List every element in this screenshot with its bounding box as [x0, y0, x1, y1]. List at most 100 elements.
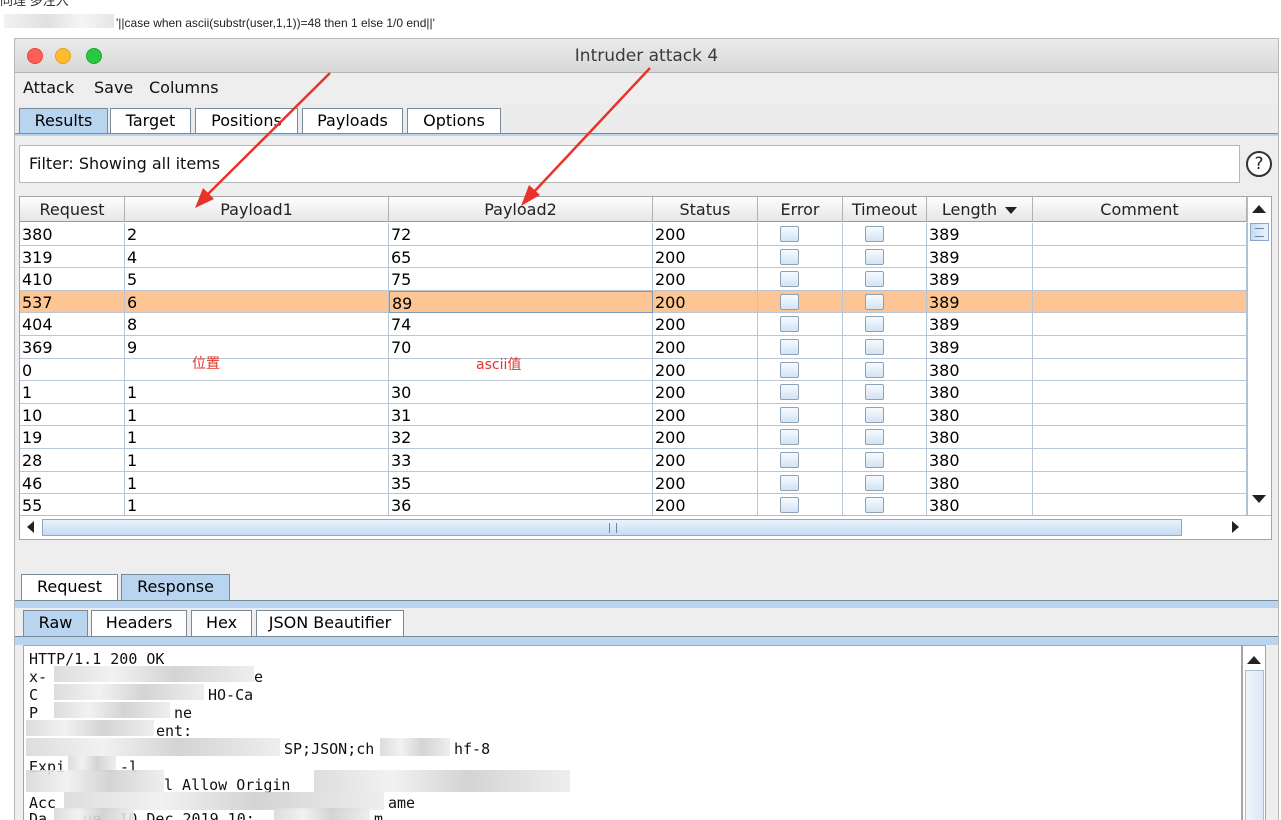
- timeout-cell: [843, 290, 927, 313]
- menu-save[interactable]: Save: [94, 78, 133, 97]
- response-line: C: [29, 686, 39, 704]
- table-row[interactable]: 19 1 32 200 380: [20, 426, 1247, 449]
- status-cell: 200: [653, 426, 758, 449]
- comment-cell: [1033, 313, 1247, 336]
- response-fragment: ame: [388, 794, 416, 812]
- request-cell: 537: [20, 290, 125, 313]
- scroll-right-arrow-icon[interactable]: [1232, 521, 1239, 533]
- horizontal-scroll-thumb[interactable]: [42, 519, 1182, 536]
- menu-bar: Attack Save Columns: [15, 74, 1278, 104]
- table-row[interactable]: 46 1 35 200 380: [20, 471, 1247, 495]
- table-horizontal-scrollbar[interactable]: [20, 515, 1271, 539]
- payload1-cell: [125, 358, 389, 381]
- table-row[interactable]: 380 2 72 200 389: [20, 223, 1247, 246]
- tab-target[interactable]: Target: [110, 108, 191, 134]
- table-row[interactable]: 319 4 65 200 389: [20, 245, 1247, 269]
- payload1-cell: 1: [125, 403, 389, 426]
- column-header-timeout[interactable]: Timeout: [843, 197, 927, 222]
- table-row[interactable]: 410 5 75 200 389: [20, 268, 1247, 291]
- column-header-error[interactable]: Error: [758, 197, 843, 222]
- table-vertical-scrollbar[interactable]: [1247, 197, 1271, 515]
- filter-bar[interactable]: Filter: Showing all items: [19, 145, 1240, 183]
- tab-positions[interactable]: Positions: [195, 108, 298, 134]
- status-cell: 200: [653, 494, 758, 517]
- table-row[interactable]: 404 8 74 200 389: [20, 313, 1247, 336]
- scroll-down-arrow-icon[interactable]: [1252, 495, 1266, 503]
- redaction-blur: [54, 684, 204, 700]
- status-cell: 200: [653, 290, 758, 313]
- error-cell: [758, 471, 843, 494]
- filter-text: Filter: Showing all items: [29, 154, 221, 173]
- error-cell: [758, 358, 843, 381]
- response-fragment: ne: [174, 704, 193, 722]
- timeout-cell: [843, 268, 927, 291]
- sql-payload-text: '||case when ascii(substr(user,1,1))=48 …: [116, 16, 435, 30]
- response-vertical-scrollbar[interactable]: [1242, 645, 1266, 820]
- tab-raw[interactable]: Raw: [23, 610, 88, 636]
- request-cell: 404: [20, 313, 125, 336]
- timeout-checkbox: [864, 316, 884, 333]
- comment-cell: [1033, 358, 1247, 381]
- payload2-cell: 33: [389, 449, 653, 471]
- response-raw-text[interactable]: HTTP/1.1 200 OK x- C P Expi Acc Da ue, 1…: [23, 645, 1242, 820]
- position-annotation: 位置: [192, 356, 220, 372]
- tab-response[interactable]: Response: [121, 574, 230, 600]
- response-fragment: e: [254, 668, 264, 686]
- vertical-scroll-thumb[interactable]: [1250, 223, 1269, 241]
- response-fragment: HO-Ca: [208, 686, 254, 704]
- error-checkbox: [780, 497, 799, 514]
- tab-results[interactable]: Results: [19, 108, 108, 134]
- menu-columns[interactable]: Columns: [149, 78, 219, 97]
- results-panel: Filter: Showing all items ? Request Payl…: [15, 136, 1278, 567]
- error-cell: [758, 268, 843, 291]
- intruder-window: Intruder attack 4 Attack Save Columns Re…: [14, 38, 1279, 820]
- header-cut-text: 同理 多注入: [0, 0, 69, 8]
- tab-json-beautifier[interactable]: JSON Beautifier: [256, 610, 404, 636]
- request-cell: 319: [20, 245, 125, 268]
- scroll-left-arrow-icon[interactable]: [27, 521, 34, 533]
- error-checkbox: [780, 474, 799, 491]
- table-row[interactable]: 1 1 30 200 380: [20, 381, 1247, 404]
- window-title: Intruder attack 4: [574, 46, 719, 66]
- tab-headers[interactable]: Headers: [91, 610, 187, 636]
- length-cell: 380: [927, 358, 1033, 381]
- status-cell: 200: [653, 471, 758, 494]
- error-cell: [758, 336, 843, 358]
- error-checkbox: [780, 316, 799, 333]
- column-header-payload2[interactable]: Payload2: [389, 197, 653, 222]
- payload1-cell: 4: [125, 245, 389, 268]
- length-cell: 380: [927, 403, 1033, 426]
- scroll-up-arrow-icon[interactable]: [1252, 205, 1266, 213]
- column-header-length-label: Length: [941, 200, 998, 219]
- column-header-status[interactable]: Status: [653, 197, 758, 222]
- table-row[interactable]: 10 1 31 200 380: [20, 403, 1247, 427]
- timeout-cell: [843, 494, 927, 517]
- tab-payloads[interactable]: Payloads: [302, 108, 403, 134]
- payload1-cell: 1: [125, 494, 389, 517]
- payload2-cell: 72: [389, 223, 653, 245]
- column-header-length[interactable]: Length: [927, 197, 1033, 222]
- tab-options[interactable]: Options: [407, 108, 501, 134]
- tab-hex[interactable]: Hex: [191, 610, 252, 636]
- column-header-request[interactable]: Request: [20, 197, 125, 222]
- error-checkbox: [780, 361, 799, 378]
- table-row[interactable]: 55 1 36 200 380: [20, 494, 1247, 517]
- response-scroll-thumb[interactable]: [1245, 670, 1264, 820]
- payload2-cell: 32: [389, 426, 653, 449]
- help-icon[interactable]: ?: [1246, 151, 1272, 177]
- table-row[interactable]: 537 6 89 200 389: [20, 290, 1247, 314]
- title-bar: Intruder attack 4: [15, 39, 1278, 73]
- request-cell: 28: [20, 449, 125, 471]
- table-row[interactable]: 28 1 33 200 380: [20, 449, 1247, 472]
- payload2-cell: 31: [389, 403, 653, 426]
- menu-attack[interactable]: Attack: [23, 78, 74, 97]
- payload1-cell: 1: [125, 426, 389, 449]
- comment-cell: [1033, 268, 1247, 291]
- timeout-cell: [843, 403, 927, 426]
- column-header-payload1[interactable]: Payload1: [125, 197, 389, 222]
- redaction-blur: [274, 808, 370, 820]
- scroll-up-arrow-icon[interactable]: [1247, 656, 1261, 664]
- column-header-comment[interactable]: Comment: [1033, 197, 1247, 222]
- request-cell: 55: [20, 494, 125, 517]
- tab-request[interactable]: Request: [21, 574, 118, 600]
